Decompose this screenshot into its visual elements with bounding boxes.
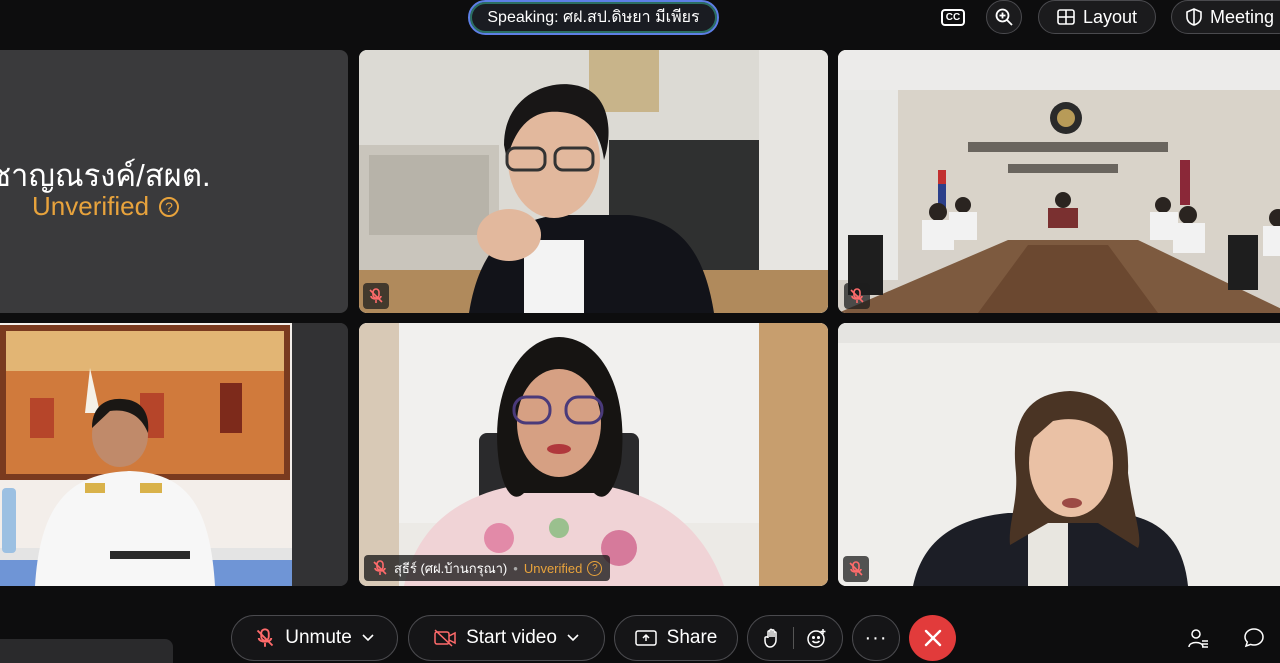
separator-dot: • (513, 560, 518, 576)
chevron-down-icon[interactable] (362, 634, 374, 642)
captions-button[interactable]: CC (936, 0, 970, 34)
cc-icon: CC (941, 8, 965, 26)
mic-off-icon (850, 288, 864, 303)
bottom-left-panel (0, 639, 173, 663)
emoji-reaction-icon[interactable] (806, 627, 828, 649)
unmute-label: Unmute (285, 627, 352, 648)
participants-icon (1188, 629, 1208, 648)
video-off-icon (434, 629, 456, 647)
layout-grid-icon (1057, 9, 1075, 25)
share-button[interactable]: Share (614, 615, 738, 661)
speaking-indicator: Speaking: ศฝ.สป.ดิษยา มีเพียร (468, 0, 719, 35)
help-icon[interactable]: ? (587, 560, 603, 576)
zoom-button[interactable] (986, 0, 1022, 34)
muted-badge (844, 283, 870, 309)
mic-off-icon (369, 288, 383, 303)
participant-tile-3[interactable] (838, 50, 1280, 313)
meeting-info-button[interactable]: Meeting (1171, 0, 1280, 34)
start-video-button[interactable]: Start video (408, 615, 605, 661)
more-icon: ··· (864, 627, 888, 649)
chevron-down-icon[interactable] (567, 634, 579, 642)
close-icon (924, 629, 941, 647)
unmute-button[interactable]: Unmute (231, 615, 398, 661)
divider (792, 627, 794, 649)
participant-tile-6[interactable] (838, 323, 1280, 586)
share-screen-icon (634, 630, 657, 646)
speaking-label: Speaking: ศฝ.สป.ดิษยา มีเพียร (487, 9, 700, 26)
chat-button[interactable] (1240, 624, 1268, 652)
layout-button[interactable]: Layout (1038, 0, 1156, 34)
unverified-status: Unverified ? (32, 191, 180, 222)
unverified-label: Unverified (32, 191, 150, 221)
participant-tile-2[interactable] (359, 50, 828, 313)
share-label: Share (666, 627, 718, 648)
muted-badge (363, 283, 389, 309)
video-feed (359, 323, 828, 586)
video-feed (0, 323, 348, 586)
participant-tile-1[interactable]: ชาญณรงค์/สผต. Unverified ? (0, 50, 348, 313)
video-feed (838, 323, 1280, 586)
help-icon[interactable]: ? (159, 196, 180, 217)
video-feed (838, 50, 1280, 313)
zoom-in-icon (995, 8, 1013, 26)
reactions-group (747, 615, 843, 661)
mic-off-icon (373, 560, 387, 575)
shield-icon (1186, 8, 1202, 26)
unverified-status: Unverified ? (524, 560, 603, 576)
mic-off-icon (257, 628, 274, 647)
chat-bubble-icon (1244, 628, 1264, 648)
raise-hand-icon[interactable] (763, 628, 781, 648)
leave-meeting-button[interactable] (909, 615, 956, 661)
layout-label: Layout (1082, 6, 1138, 27)
start-video-label: Start video (466, 627, 557, 648)
participant-name: สุธีร์ (ศฝ.บ้านกรุณา) (394, 560, 508, 576)
muted-badge (843, 556, 869, 582)
control-bar: Unmute Start video Share ··· (0, 596, 1280, 661)
more-options-button[interactable]: ··· (852, 615, 900, 661)
participant-tile-4[interactable] (0, 323, 348, 586)
video-feed (359, 50, 828, 313)
mic-off-icon (849, 561, 863, 576)
participant-name-tag: สุธีร์ (ศฝ.บ้านกรุณา) • Unverified ? (364, 555, 611, 581)
participant-tile-5[interactable]: สุธีร์ (ศฝ.บ้านกรุณา) • Unverified ? (359, 323, 828, 586)
meeting-label: Meeting (1210, 6, 1275, 27)
participants-button[interactable] (1184, 624, 1212, 652)
top-bar: Speaking: ศฝ.สป.ดิษยา มีเพียร CC Layout … (0, 0, 1280, 46)
